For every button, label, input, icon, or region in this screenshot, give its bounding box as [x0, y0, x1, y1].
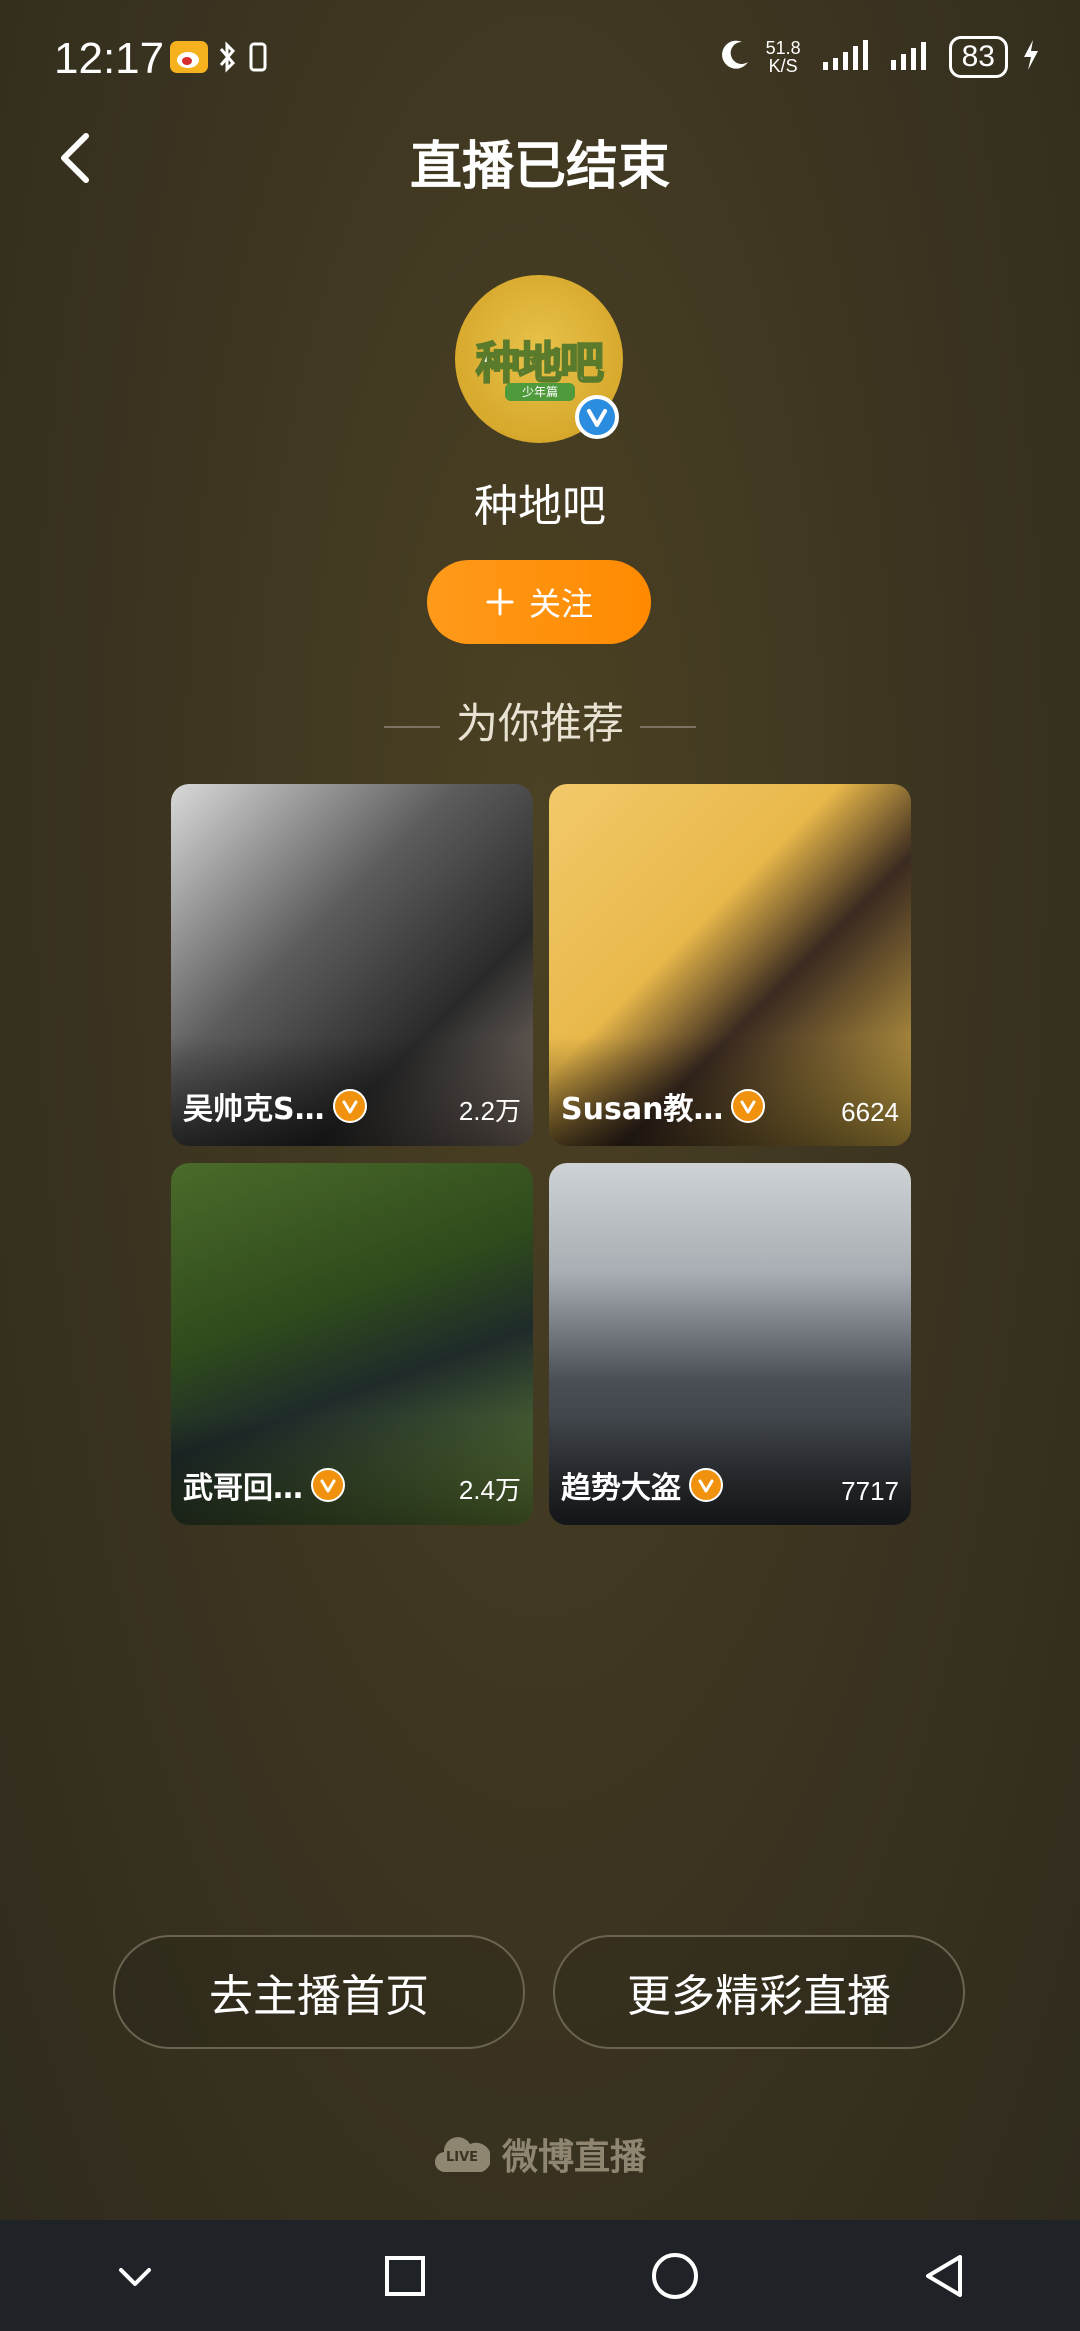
- follow-button[interactable]: 关注: [427, 560, 651, 644]
- square-icon: [385, 2255, 425, 2296]
- verified-orange-icon: [311, 1468, 345, 1502]
- card-viewer-count: 7717: [841, 1476, 899, 1506]
- divider-line-right: [640, 725, 696, 728]
- card-viewer-count: 6624: [841, 1097, 899, 1127]
- card-viewer-count: 2.2万: [458, 1096, 521, 1126]
- nav-collapse-button[interactable]: [90, 2231, 180, 2321]
- weibo-live-brand: LIVE 微博直播: [0, 2128, 1080, 2180]
- chevron-down-icon: [119, 2267, 151, 2286]
- card-viewer-count: 2.4万: [458, 1475, 521, 1505]
- card-name-text: 趋势大盗: [561, 1471, 681, 1506]
- card-name: 武哥回…: [183, 1463, 345, 1507]
- signal-icon-2: [889, 38, 935, 76]
- verified-badge-icon: [575, 395, 619, 439]
- card-name: Susan教…: [561, 1084, 766, 1128]
- card-name-text: 武哥回…: [183, 1471, 303, 1506]
- more-live-label: 更多精彩直播: [627, 1971, 891, 2022]
- divider-line-left: [383, 725, 440, 728]
- system-nav-bar: [0, 2220, 1080, 2331]
- phone-vibrate-icon: [248, 40, 268, 78]
- verified-orange-icon: [689, 1468, 723, 1502]
- status-bar: 12:17 51.8 K/S 83: [0, 0, 1080, 120]
- brand-name: 微博直播: [501, 2137, 646, 2178]
- verified-orange-icon: [731, 1089, 766, 1123]
- page-title: 直播已结束: [409, 137, 670, 197]
- recommend-card-1[interactable]: 吴帅克S… 2.2万: [171, 784, 533, 1146]
- nav-header: 直播已结束: [0, 110, 1080, 210]
- live-logo-text: LIVE: [445, 2150, 479, 2165]
- plus-icon: [486, 588, 514, 616]
- card-name: 趋势大盗: [561, 1463, 723, 1507]
- net-speed: 51.8 K/S: [766, 39, 801, 75]
- follow-label: 关注: [528, 585, 593, 623]
- charging-icon: [1022, 38, 1040, 76]
- status-icons-right: 51.8 K/S 83: [718, 36, 1040, 78]
- recommend-heading-text: 为你推荐: [455, 699, 624, 748]
- card-name: 吴帅克S…: [183, 1084, 367, 1128]
- circle-icon: [652, 2252, 698, 2299]
- triangle-back-icon: [926, 2254, 962, 2297]
- signal-icon: [815, 38, 875, 76]
- recommend-card-2[interactable]: Susan教… 6624: [549, 784, 911, 1146]
- avatar-logo-text: 种地吧: [475, 337, 605, 390]
- recommend-heading: 为你推荐: [0, 690, 1080, 751]
- battery-indicator: 83: [948, 36, 1008, 78]
- weibo-app-icon: [170, 41, 208, 77]
- card-name-text: Susan教…: [561, 1092, 724, 1127]
- net-speed-unit: K/S: [768, 56, 798, 76]
- live-cloud-icon: LIVE: [434, 2132, 490, 2176]
- status-icons-left: [170, 40, 268, 78]
- streamer-name: 种地吧: [474, 481, 606, 532]
- go-streamer-home-button[interactable]: 去主播首页: [113, 1935, 525, 2049]
- go-streamer-home-label: 去主播首页: [209, 1971, 429, 2022]
- moon-icon: [718, 38, 752, 76]
- streamer-avatar[interactable]: 种地吧 少年篇: [455, 275, 623, 443]
- more-live-button[interactable]: 更多精彩直播: [553, 1935, 965, 2049]
- status-time: 12:17: [54, 34, 165, 83]
- nav-back-button[interactable]: [900, 2231, 990, 2321]
- recommend-card-3[interactable]: 武哥回… 2.4万: [171, 1163, 533, 1525]
- verified-orange-icon: [332, 1089, 367, 1123]
- nav-home-button[interactable]: [630, 2231, 720, 2321]
- recommend-card-4[interactable]: 趋势大盗 7717: [549, 1163, 911, 1525]
- bluetooth-icon: [218, 40, 238, 78]
- net-speed-value: 51.8: [765, 38, 801, 58]
- nav-recents-button[interactable]: [360, 2231, 450, 2321]
- avatar-logo-subtext: 少年篇: [505, 383, 575, 401]
- card-name-text: 吴帅克S…: [183, 1092, 325, 1127]
